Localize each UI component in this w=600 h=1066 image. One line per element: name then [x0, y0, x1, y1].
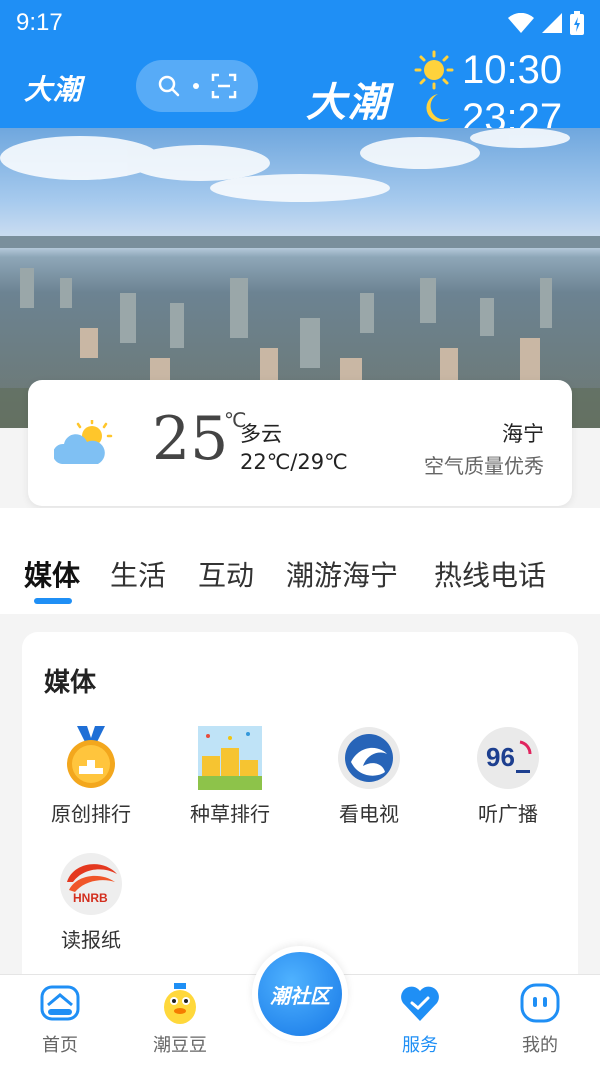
hnrb-newspaper-icon: HNRB — [60, 853, 122, 915]
grid-item-original-ranking[interactable]: 原创排行 — [26, 726, 156, 836]
weather-card[interactable]: 25 ℃ 多云 22℃/29℃ 海宁 空气质量优秀 — [28, 380, 572, 506]
air-quality: 空气质量优秀 — [424, 454, 544, 478]
nav-home[interactable]: 首页 — [10, 981, 110, 1057]
temperature-range: 22℃/29℃ — [240, 450, 348, 474]
home-icon — [40, 985, 80, 1021]
community-button-label: 潮社区 — [258, 952, 342, 1036]
section-title: 媒体 — [44, 668, 97, 698]
grid-item-label: 种草排行 — [190, 802, 270, 826]
grid-item-grass-ranking[interactable]: 种草排行 — [165, 726, 295, 836]
category-tabs: 媒体 生活 互动 潮游海宁 热线电话 — [0, 508, 600, 614]
grid-item-label: 看电视 — [339, 802, 399, 826]
grid-item-label: 听广播 — [478, 802, 538, 826]
weather-condition: 多云 — [240, 422, 282, 446]
active-tab-indicator — [34, 598, 72, 604]
battery-icon — [570, 11, 584, 35]
current-temperature: 25 — [152, 404, 229, 474]
nav-service[interactable]: 服务 — [370, 981, 470, 1057]
nav-label: 首页 — [42, 1035, 78, 1056]
search-icon[interactable] — [157, 74, 181, 98]
tab-life[interactable]: 生活 — [110, 554, 166, 594]
signal-icon — [542, 13, 562, 33]
grid-item-read-newspaper[interactable]: HNRB 读报纸 — [26, 852, 156, 962]
community-center-button[interactable]: 潮社区 — [252, 946, 348, 1042]
svg-text:96: 96 — [486, 742, 515, 772]
tv-logo-icon — [338, 727, 400, 789]
grid-item-label: 原创排行 — [51, 802, 131, 826]
nav-chaodoudou[interactable]: 潮豆豆 — [130, 981, 230, 1057]
clock-time-bottom: 23:27 — [462, 96, 563, 128]
podium-ranking-icon — [198, 726, 262, 790]
medal-ranking-icon — [67, 726, 115, 788]
nav-label: 服务 — [402, 1035, 438, 1056]
brand-logo-large: 大潮 — [306, 80, 390, 126]
search-bar[interactable] — [136, 60, 258, 112]
partly-cloudy-icon — [54, 420, 113, 464]
radio-96-icon: 96 — [477, 727, 539, 789]
clock-time-top: 10:30 — [462, 48, 563, 92]
scan-icon[interactable] — [211, 73, 237, 99]
status-time: 9:17 — [16, 9, 63, 36]
heart-icon — [401, 986, 439, 1021]
brand-logo-small[interactable]: 大潮 — [24, 68, 82, 108]
grid-item-watch-tv[interactable]: 看电视 — [304, 726, 434, 836]
profile-icon — [520, 983, 560, 1023]
wifi-icon — [508, 13, 534, 33]
tab-travel-haining[interactable]: 潮游海宁 — [286, 554, 398, 594]
tab-hotline[interactable]: 热线电话 — [434, 554, 546, 594]
status-icons — [508, 8, 584, 38]
nav-label: 我的 — [522, 1035, 558, 1056]
tab-interaction[interactable]: 互动 — [198, 554, 254, 594]
nav-label: 潮豆豆 — [153, 1035, 207, 1056]
sun-moon-icon — [414, 50, 454, 122]
media-section: 媒体 原创排行 种草排行 看电视 96 听广播 HNRB 读报纸 — [22, 632, 578, 992]
svg-text:HNRB: HNRB — [73, 891, 108, 905]
app-header: 9:17 大潮 大潮 10:30 23:27 — [0, 0, 600, 128]
status-bar: 9:17 — [0, 0, 600, 46]
mascot-icon — [164, 983, 196, 1024]
city-name: 海宁 — [502, 422, 544, 446]
grid-item-listen-radio[interactable]: 96 听广播 — [443, 726, 573, 836]
nav-profile[interactable]: 我的 — [490, 981, 590, 1057]
voice-dot-icon — [192, 83, 199, 89]
grid-item-label: 读报纸 — [61, 928, 121, 952]
tab-media[interactable]: 媒体 — [24, 554, 80, 594]
